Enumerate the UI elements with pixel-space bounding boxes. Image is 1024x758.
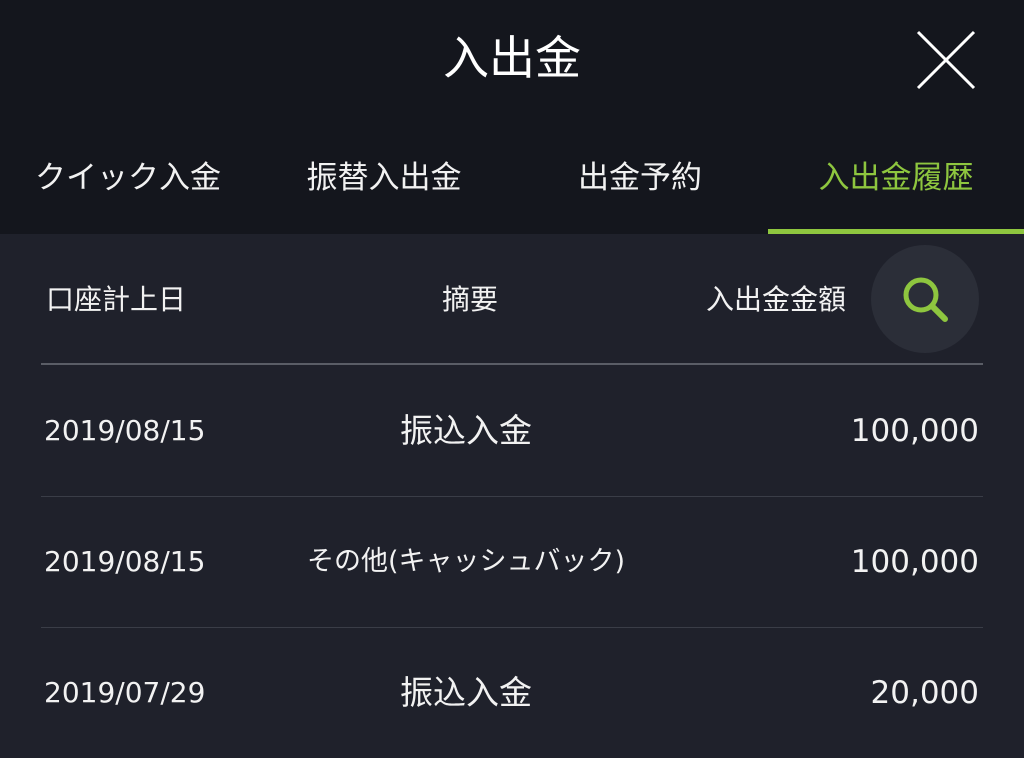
close-icon xyxy=(916,30,976,90)
search-icon xyxy=(903,277,948,322)
tab-withdrawal-reservation[interactable]: 出金予約 xyxy=(512,150,768,208)
tab-quick-deposit[interactable]: クイック入金 xyxy=(0,150,256,208)
row-date: 2019/08/15 xyxy=(44,545,206,578)
header-divider xyxy=(41,363,983,365)
tab-bar: クイック入金 振替入出金 出金予約 入出金履歴 xyxy=(0,150,1024,234)
row-description: 振込入金 xyxy=(400,411,532,450)
column-header-description: 摘要 xyxy=(441,283,498,316)
page-title: 入出金 xyxy=(443,31,581,85)
column-header-amount: 入出金金額 xyxy=(705,283,846,316)
row-amount: 100,000 xyxy=(850,413,979,449)
column-header-date: 口座計上日 xyxy=(46,283,187,316)
row-amount: 20,000 xyxy=(870,675,979,711)
row-description: その他(キャッシュバック) xyxy=(306,546,626,577)
row-description: 振込入金 xyxy=(400,673,532,712)
tab-history[interactable]: 入出金履歴 xyxy=(768,150,1024,208)
active-tab-indicator xyxy=(768,229,1024,234)
close-button[interactable] xyxy=(906,20,986,100)
row-amount: 100,000 xyxy=(850,544,979,580)
tab-transfer[interactable]: 振替入出金 xyxy=(256,150,512,208)
table-row[interactable]: 2019/08/15 その他(キャッシュバック) 100,000 xyxy=(41,497,983,627)
table-row[interactable]: 2019/08/15 振込入金 100,000 xyxy=(41,366,983,496)
row-date: 2019/07/29 xyxy=(44,676,206,709)
header-bar: 入出金 クイック入金 振替入出金 出金予約 入出金履歴 xyxy=(0,0,1024,234)
search-button[interactable] xyxy=(871,245,979,353)
row-date: 2019/08/15 xyxy=(44,414,206,447)
table-row[interactable]: 2019/07/29 振込入金 20,000 xyxy=(41,628,983,758)
